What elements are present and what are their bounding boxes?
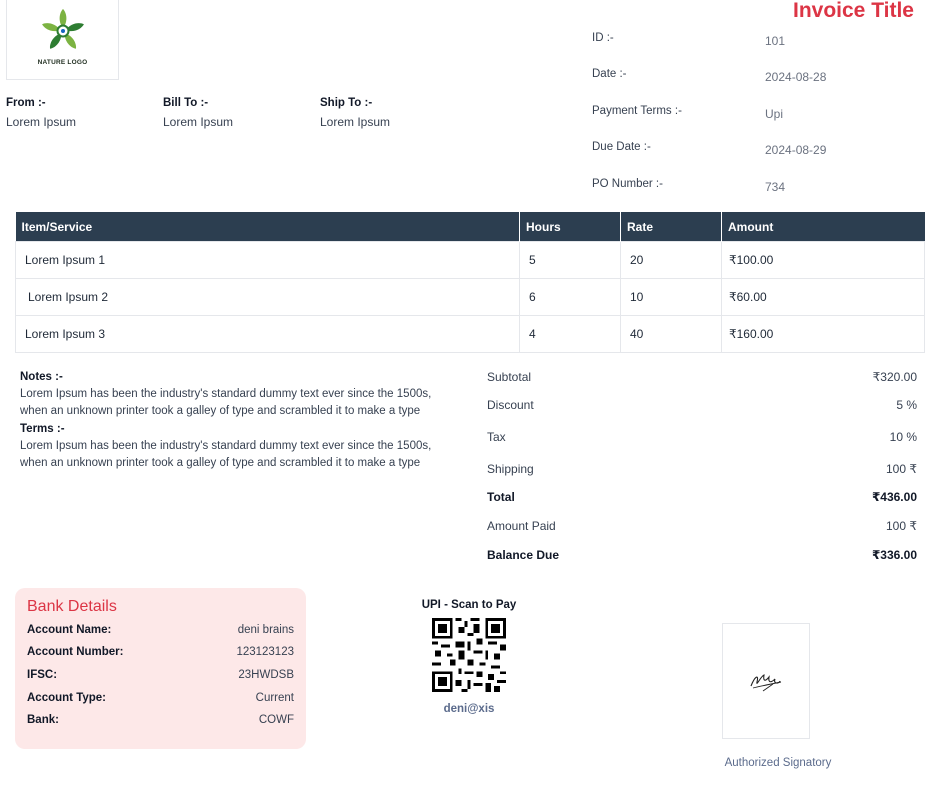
column-header-item: Item/Service [15,212,520,242]
subtotal-value: ₹320.00 [872,370,917,384]
shipping-label: Shipping [487,462,534,476]
column-header-hours: Hours [519,212,621,242]
ifsc-label: IFSC: [27,669,58,681]
cell-amount: ₹160.00 [721,315,925,353]
total-label: Total [487,490,515,504]
bill-to-label: Bill To :- [163,97,209,109]
cell-item: Lorem Ipsum 1 [15,241,520,279]
cell-rate: 40 [620,315,722,353]
items-table: Item/Service Hours Rate Amount Lorem Ips… [15,212,925,353]
cell-hours: 4 [519,315,621,353]
balance-due-value: ₹336.00 [871,548,917,562]
account-name-label: Account Name: [27,624,112,636]
cell-hours: 5 [519,241,621,279]
bank-label: Bank: [27,714,59,726]
qr-code-icon [432,618,506,692]
meta-po-number-value: 734 [765,180,786,194]
terms-label: Terms :- [20,423,65,435]
leaf-logo-icon [42,9,84,49]
meta-due-date-label: Due Date :- [592,141,651,153]
total-value: ₹436.00 [871,490,917,504]
amount-paid-label: Amount Paid [487,519,556,533]
discount-value: 5 % [896,398,917,412]
cell-item: Lorem Ipsum 2 [15,278,520,316]
notes-label: Notes :- [20,371,63,383]
ship-to-value: Lorem Ipsum [320,115,391,129]
meta-id-value: 101 [765,34,786,48]
bank-details-title: Bank Details [27,598,117,615]
signature-box [722,623,810,739]
tax-label: Tax [487,430,506,444]
amount-paid-value: 100 ₹ [886,519,917,533]
column-header-rate: Rate [620,212,722,242]
cell-amount: ₹60.00 [721,278,925,316]
bank-details-card: Bank Details Account Name: deni brains A… [15,588,306,749]
column-header-amount: Amount [721,212,925,242]
meta-payment-terms-label: Payment Terms :- [592,105,682,117]
account-type-value: Current [255,692,294,704]
table-header-row: Item/Service Hours Rate Amount [15,212,925,242]
authorized-signatory-label: Authorized Signatory [724,757,832,769]
cell-rate: 20 [620,241,722,279]
ship-to-label: Ship To :- [320,97,373,109]
cell-hours: 6 [519,278,621,316]
cell-rate: 10 [620,278,722,316]
ifsc-value: 23HWDSB [238,669,294,681]
invoice-title: Invoice Title [793,0,914,22]
meta-date-label: Date :- [592,68,627,80]
notes-text: Lorem Ipsum has been the industry's stan… [20,388,432,417]
cell-amount: ₹100.00 [721,241,925,279]
company-logo: NATURE LOGO [6,0,119,80]
from-label: From :- [6,97,46,109]
table-row: Lorem Ipsum 3 4 40 ₹160.00 [15,315,925,353]
balance-due-label: Balance Due [487,548,560,562]
upi-id: deni@xis [443,703,495,715]
account-name-value: deni brains [237,624,294,636]
logo-text: NATURE LOGO [37,59,88,66]
account-number-value: 123123123 [236,646,294,658]
account-type-label: Account Type: [27,692,107,704]
discount-label: Discount [487,398,534,412]
subtotal-label: Subtotal [487,370,532,384]
from-value: Lorem Ipsum [6,115,77,129]
cell-item: Lorem Ipsum 3 [15,315,520,353]
terms-text: Lorem Ipsum has been the industry's stan… [20,440,432,469]
meta-id-label: ID :- [592,32,614,44]
meta-payment-terms-value: Upi [765,107,784,121]
bill-to-value: Lorem Ipsum [163,115,234,129]
meta-date-value: 2024-08-28 [765,70,827,84]
shipping-value: 100 ₹ [886,462,917,476]
meta-due-date-value: 2024-08-29 [765,143,827,157]
tax-value: 10 % [889,430,917,444]
signature-icon [750,674,782,692]
bank-value: COWF [258,714,294,726]
upi-title: UPI - Scan to Pay [421,599,517,611]
account-number-label: Account Number: [27,646,124,658]
meta-po-number-label: PO Number :- [592,178,663,190]
table-row: Lorem Ipsum 2 6 10 ₹60.00 [15,278,925,316]
table-row: Lorem Ipsum 1 5 20 ₹100.00 [15,241,925,279]
